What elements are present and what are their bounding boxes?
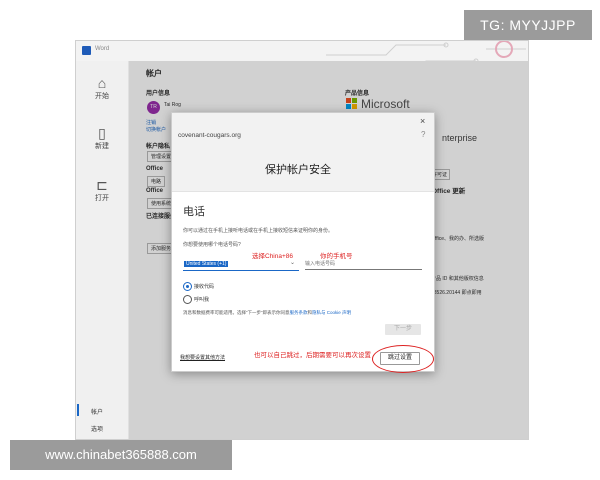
watermark-bottom-left: www.chinabet365888.com [10,440,232,470]
dialog-title: 保护帐户安全 [265,164,331,176]
radio-sms-label: 接收代码 [194,284,215,290]
country-code-select[interactable]: United States (+1) ⌄ [183,259,299,271]
secure-account-dialog: covenant-cougars.org × ? 保护帐户安全 电话 你可以通过… [171,112,435,373]
disclaimer-prefix: 消息和数据费率可能适用。选择“下一步”即表示你同意 [183,310,290,315]
terms-link[interactable]: 服务条款 [290,310,308,315]
nav-options[interactable]: 选项 [91,424,103,433]
country-code-value: United States (+1) [184,261,229,267]
dialog-domain: covenant-cougars.org [178,132,241,139]
title-bar: Word [76,41,528,72]
nav-new-label: 新建 [95,143,109,150]
nav-home-label: 开始 [95,93,109,100]
phone-question: 你想要使用哪个电话号码? [183,242,241,248]
nav-account-marker [77,404,79,416]
intro-text: 你可以通过在手机上接听电话或在手机上接收短信来证明你的身份。 [183,228,334,234]
phone-section-heading: 电话 [183,206,205,218]
nav-open[interactable]: ⊏ 打开 [76,177,128,203]
skip-annotation-circle [372,345,434,373]
home-icon: ⌂ [97,75,107,91]
next-button[interactable]: 下一步 [385,324,421,335]
nav-open-label: 打开 [95,195,109,202]
help-icon[interactable]: ? [421,130,425,139]
radio-call[interactable] [183,295,192,304]
backstage-sidebar: ⌂ 开始 ▯ 新建 ⊏ 打开 帐户 选项 [76,61,129,439]
phone-number-input[interactable] [305,259,422,270]
watermark-top-right: TG: MYYJJPP [464,10,592,40]
nav-home[interactable]: ⌂ 开始 [76,75,128,101]
nav-account[interactable]: 帐户 [91,407,103,416]
privacy-link[interactable]: 隐私与 Cookie 声明 [312,310,351,315]
disclaimer-text: 消息和数据费率可能适用。选择“下一步”即表示你同意服务条款和隐私与 Cookie… [183,310,351,316]
chevron-down-icon: ⌄ [290,260,296,266]
close-icon[interactable]: × [420,116,425,126]
annotation-skip-tip: 也可以自己跳过，后期需要可以再次设置 [254,352,371,359]
other-method-link[interactable]: 我想要设置其他方法 [180,354,225,361]
dialog-header [172,113,434,192]
new-document-icon: ▯ [98,125,106,141]
app-title: Word [95,46,110,52]
radio-sms[interactable] [183,282,192,291]
radio-call-label: 呼叫我 [194,297,210,303]
word-app-icon [82,46,91,55]
nav-new[interactable]: ▯ 新建 [76,125,128,151]
open-folder-icon: ⊏ [96,177,108,193]
